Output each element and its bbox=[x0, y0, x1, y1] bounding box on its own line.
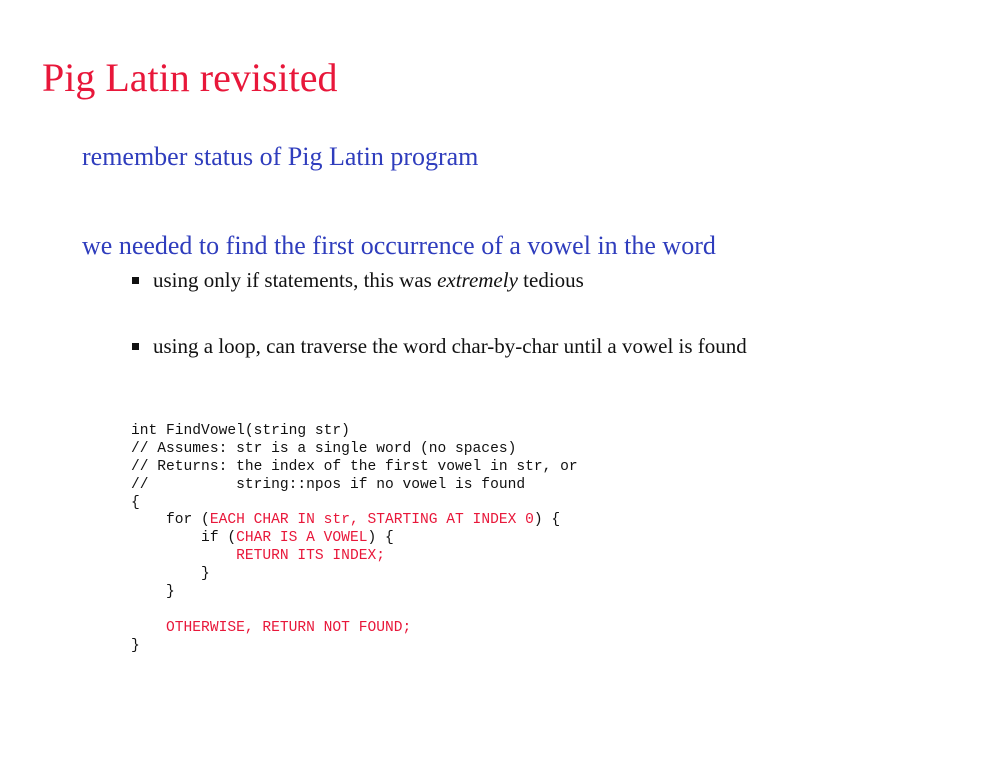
code-line: } bbox=[131, 637, 140, 654]
sub-bullet-emphasis: extremely bbox=[437, 268, 518, 292]
code-text: ) { bbox=[367, 530, 394, 547]
code-text: for ( bbox=[131, 512, 210, 529]
code-line: RETURN ITS INDEX; bbox=[131, 548, 578, 566]
code-comment-line: // Returns: the index of the first vowel… bbox=[131, 458, 578, 475]
code-line: if (CHAR IS A VOWEL) { bbox=[131, 530, 578, 548]
code-line: OTHERWISE, RETURN NOT FOUND; bbox=[131, 620, 578, 638]
sub-bullet-if-statements: using only if statements, this was extre… bbox=[132, 266, 584, 294]
bullet-status: remember status of Pig Latin program bbox=[82, 142, 479, 171]
sub-bullet-text: using only if statements, this was bbox=[153, 268, 438, 292]
sub-bullet-text-end: tedious bbox=[517, 268, 584, 292]
sub-bullet-text: using a loop, can traverse the word char… bbox=[153, 334, 747, 358]
code-line: } bbox=[131, 566, 210, 583]
pseudocode-text: OTHERWISE, RETURN NOT FOUND; bbox=[166, 619, 412, 636]
bullet-find-vowel: we needed to find the first occurrence o… bbox=[82, 231, 716, 260]
sub-bullet-loop: using a loop, can traverse the word char… bbox=[132, 332, 747, 360]
code-text: ) { bbox=[533, 512, 561, 529]
code-line: { bbox=[131, 494, 140, 511]
code-line: for (EACH CHAR IN str, STARTING AT INDEX… bbox=[131, 512, 578, 530]
code-line: int FindVowel(string str) bbox=[131, 423, 350, 439]
code-text: if ( bbox=[131, 530, 237, 547]
pseudocode-text: CHAR IS A VOWEL bbox=[236, 530, 368, 547]
code-block: int FindVowel(string str)// Assumes: str… bbox=[131, 423, 578, 656]
square-bullet-icon bbox=[132, 342, 139, 350]
code-comment-line: // Assumes: str is a single word (no spa… bbox=[131, 440, 517, 457]
square-bullet-icon bbox=[132, 276, 139, 284]
pseudocode-text: EACH CHAR IN str, STARTING AT INDEX 0 bbox=[209, 512, 534, 529]
pseudocode-text: RETURN ITS INDEX; bbox=[236, 548, 385, 565]
code-comment-line: // string::npos if no vowel is found bbox=[131, 476, 526, 493]
code-line: } bbox=[131, 584, 175, 601]
slide-title: Pig Latin revisited bbox=[42, 55, 338, 100]
